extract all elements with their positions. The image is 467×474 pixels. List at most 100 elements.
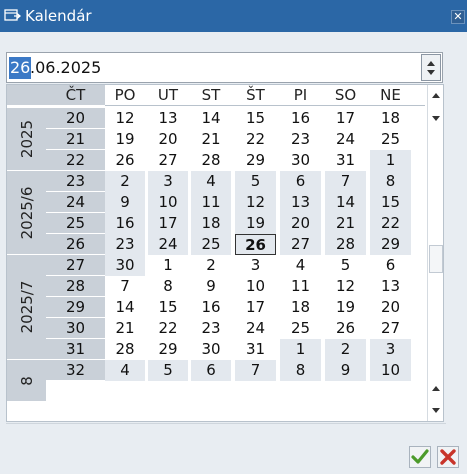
scroll-thumb[interactable] [429, 245, 443, 273]
calendar-day[interactable]: 2 [191, 255, 231, 276]
calendar-day[interactable]: 29 [235, 150, 276, 171]
calendar-day[interactable]: 14 [191, 108, 231, 129]
calendar-day[interactable]: 21 [105, 318, 145, 339]
calendar-day[interactable]: 12 [325, 276, 366, 297]
week-number[interactable]: 25 [46, 213, 105, 234]
calendar-day[interactable]: 14 [105, 297, 145, 318]
calendar-day[interactable]: 8 [370, 171, 411, 192]
calendar-day[interactable]: 29 [370, 234, 411, 255]
calendar-day[interactable]: 28 [191, 150, 231, 171]
week-number[interactable]: 20 [46, 108, 105, 129]
calendar-day[interactable]: 1 [370, 150, 411, 171]
calendar-day[interactable]: 9 [325, 360, 366, 381]
calendar-day[interactable]: 22 [370, 213, 411, 234]
date-field[interactable]: 26 .06.2025 [6, 52, 443, 83]
calendar-day[interactable]: 17 [148, 213, 188, 234]
calendar-day[interactable]: 27 [148, 150, 188, 171]
calendar-day[interactable]: 9 [191, 276, 231, 297]
calendar-day[interactable]: 23 [280, 129, 321, 150]
calendar-day[interactable]: 17 [325, 108, 366, 129]
calendar-day[interactable]: 6 [191, 360, 231, 381]
calendar-day[interactable]: 6 [370, 255, 411, 276]
calendar-day[interactable]: 22 [235, 129, 276, 150]
week-number[interactable]: 28 [46, 276, 105, 297]
week-number[interactable]: 32 [46, 360, 105, 381]
title-bar[interactable]: Kalendár ✕ [0, 0, 467, 32]
scroll-down-icon[interactable] [432, 116, 440, 121]
calendar-day[interactable]: 28 [105, 339, 145, 360]
calendar-day[interactable]: 30 [280, 150, 321, 171]
date-spinner[interactable] [421, 54, 441, 81]
calendar-day[interactable]: 3 [148, 171, 188, 192]
calendar-day[interactable]: 28 [325, 234, 366, 255]
calendar-day[interactable]: 5 [148, 360, 188, 381]
week-number[interactable]: 21 [46, 129, 105, 150]
calendar-day[interactable]: 18 [191, 213, 231, 234]
calendar-day[interactable]: 29 [148, 339, 188, 360]
calendar-day[interactable]: 13 [280, 192, 321, 213]
date-field-rest[interactable]: .06.2025 [30, 57, 101, 79]
week-number[interactable]: 22 [46, 150, 105, 171]
calendar-day[interactable]: 27 [280, 234, 321, 255]
calendar-day[interactable]: 22 [148, 318, 188, 339]
calendar-day[interactable]: 4 [105, 360, 145, 381]
calendar-day[interactable]: 17 [235, 297, 276, 318]
calendar-day[interactable]: 6 [280, 171, 321, 192]
calendar-day[interactable]: 31 [235, 339, 276, 360]
calendar-day[interactable]: 8 [148, 276, 188, 297]
calendar-day[interactable]: 20 [370, 297, 411, 318]
calendar-day[interactable]: 23 [105, 234, 145, 255]
week-number[interactable]: 31 [46, 339, 105, 360]
calendar-day[interactable]: 30 [191, 339, 231, 360]
close-button[interactable]: ✕ [451, 10, 465, 24]
calendar-day[interactable]: 7 [235, 360, 276, 381]
calendar-day[interactable]: 21 [325, 213, 366, 234]
calendar-day[interactable]: 24 [235, 318, 276, 339]
calendar-day[interactable]: 24 [325, 129, 366, 150]
cancel-button[interactable] [437, 446, 459, 468]
calendar-day[interactable]: 20 [148, 129, 188, 150]
calendar-day[interactable]: 19 [105, 129, 145, 150]
calendar-day-selected[interactable]: 26 [235, 234, 276, 255]
scroll-up-icon[interactable] [432, 386, 440, 391]
calendar-day[interactable]: 3 [235, 255, 276, 276]
calendar-day[interactable]: 18 [280, 297, 321, 318]
calendar-day[interactable]: 5 [235, 171, 276, 192]
calendar-day[interactable]: 1 [280, 339, 321, 360]
week-number[interactable]: 26 [46, 234, 105, 255]
calendar-day[interactable]: 5 [325, 255, 366, 276]
calendar-day[interactable]: 30 [105, 255, 145, 276]
calendar-day[interactable]: 2 [105, 171, 145, 192]
calendar-day[interactable]: 26 [105, 150, 145, 171]
calendar-day[interactable]: 16 [105, 213, 145, 234]
calendar-day[interactable]: 27 [370, 318, 411, 339]
calendar-day[interactable]: 16 [280, 108, 321, 129]
week-number[interactable]: 23 [46, 171, 105, 192]
calendar-day[interactable]: 25 [191, 234, 231, 255]
spinner-down-icon[interactable] [427, 70, 435, 75]
calendar-day[interactable]: 13 [148, 108, 188, 129]
calendar-day[interactable]: 1 [148, 255, 188, 276]
calendar-day[interactable]: 12 [235, 192, 276, 213]
calendar-day[interactable]: 9 [105, 192, 145, 213]
calendar-day[interactable]: 11 [191, 192, 231, 213]
week-number[interactable]: 24 [46, 192, 105, 213]
calendar-day[interactable]: 7 [325, 171, 366, 192]
calendar-day[interactable]: 4 [191, 171, 231, 192]
calendar-day[interactable]: 26 [325, 318, 366, 339]
week-number[interactable]: 30 [46, 318, 105, 339]
spinner-up-icon[interactable] [427, 61, 435, 66]
calendar-day[interactable]: 10 [370, 360, 411, 381]
calendar-day[interactable]: 7 [105, 276, 145, 297]
calendar-day[interactable]: 8 [280, 360, 321, 381]
scroll-down-icon[interactable] [432, 408, 440, 413]
calendar-day[interactable]: 21 [191, 129, 231, 150]
calendar-day[interactable]: 14 [325, 192, 366, 213]
calendar-day[interactable]: 15 [148, 297, 188, 318]
calendar-day[interactable]: 2 [325, 339, 366, 360]
calendar-day[interactable]: 31 [325, 150, 366, 171]
calendar-day[interactable]: 24 [148, 234, 188, 255]
ok-button[interactable] [409, 446, 431, 468]
week-number[interactable]: 29 [46, 297, 105, 318]
calendar-day[interactable]: 23 [191, 318, 231, 339]
